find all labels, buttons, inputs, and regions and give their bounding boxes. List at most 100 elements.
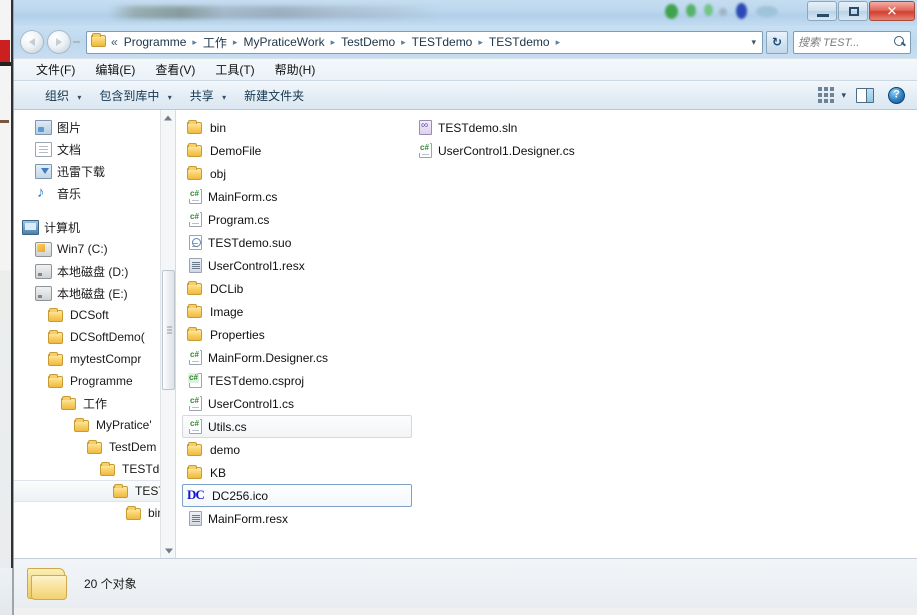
chevron-right-icon-5[interactable]: ▸ [556, 37, 561, 48]
file-list-pane[interactable]: bin DemoFile obj MainForm.cs Program.cs TESTd… [176, 110, 917, 558]
folder-item[interactable]: DCLib [182, 277, 412, 300]
back-button[interactable] [20, 30, 44, 54]
maximize-button[interactable] [838, 1, 868, 21]
include-in-library-button[interactable]: 包含到库中 ▾ [90, 83, 180, 108]
folder-item[interactable]: Properties [182, 323, 412, 346]
breadcrumb-overflow-icon[interactable]: « [111, 35, 118, 49]
sidebar-item-[interactable]: 迅雷下载 [14, 160, 175, 182]
chevron-down-icon-view[interactable]: ▾ [841, 90, 846, 101]
chevron-right-icon-0[interactable]: ▸ [192, 37, 197, 48]
sidebar-item-win7-c[interactable]: Win7 (C:) [14, 238, 175, 260]
breadcrumb-item-3[interactable]: TestDemo [339, 34, 397, 50]
resx-file-icon [189, 511, 202, 526]
new-folder-button[interactable]: 新建文件夹 [235, 83, 313, 108]
file-item[interactable]: UserControl1.resx [182, 254, 412, 277]
minimize-icon [817, 14, 829, 17]
breadcrumb-item-0[interactable]: Programme [122, 34, 189, 50]
sidebar-item-label: 图片 [57, 120, 82, 135]
file-item[interactable]: Program.cs [182, 208, 412, 231]
sidebar-item-d[interactable]: 本地磁盘 (D:) [14, 260, 175, 282]
hdd-icon [35, 285, 52, 301]
folder-icon [74, 417, 91, 433]
file-item[interactable]: MainForm.cs [182, 185, 412, 208]
sidebar-item-mypratice[interactable]: MyPratice' [14, 414, 175, 436]
breadcrumb-item-4[interactable]: TESTdemo [410, 34, 475, 50]
scrollbar-thumb[interactable] [162, 270, 175, 390]
file-item[interactable]: TESTdemo.suo [182, 231, 412, 254]
sidebar-item-testd[interactable]: TESTdе [14, 458, 175, 480]
folder-file-icon [187, 165, 204, 182]
folder-item[interactable]: demo [182, 438, 412, 461]
breadcrumb-item-5[interactable]: TESTdemo [487, 34, 552, 50]
sidebar-item-[interactable]: 计算机 [14, 216, 175, 238]
window-title-text [109, 6, 439, 19]
menu-view[interactable]: 查看(V) [145, 59, 205, 80]
sidebar-item-label: DCSoftDemo( [70, 330, 145, 344]
folder-item[interactable]: obj [182, 162, 412, 185]
sidebar-item-dcsoftdemo[interactable]: DCSoftDemo( [14, 326, 175, 348]
file-item[interactable]: UserControl1.cs [182, 392, 412, 415]
breadcrumb-item-2[interactable]: MyPraticeWork [241, 34, 326, 50]
share-button[interactable]: 共享 ▾ [181, 83, 235, 108]
sidebar-item-programme[interactable]: Programme [14, 370, 175, 392]
close-button[interactable]: ✕ [869, 1, 915, 21]
chevron-right-icon-3[interactable]: ▸ [401, 37, 406, 48]
sidebar-item-dcsoft[interactable]: DCSoft [14, 304, 175, 326]
sidebar-item-mytestcompr[interactable]: mytestCompr [14, 348, 175, 370]
folder-item[interactable]: bin [182, 116, 412, 139]
sidebar-item-bin[interactable]: bin [14, 502, 175, 524]
sidebar-item-label: 音乐 [57, 186, 82, 201]
file-item[interactable]: MainForm.Designer.cs [182, 346, 412, 369]
sidebar-item-[interactable]: 图片 [14, 116, 175, 138]
folder-item[interactable]: DemoFile [182, 139, 412, 162]
view-mode-icon[interactable] [818, 87, 837, 103]
preview-pane-icon[interactable] [856, 87, 874, 103]
file-grid: bin DemoFile obj MainForm.cs Program.cs TESTd… [176, 116, 917, 536]
folder-icon [48, 307, 65, 323]
chevron-right-icon-4[interactable]: ▸ [478, 37, 483, 48]
chevron-down-icon[interactable]: ▾ [751, 37, 760, 48]
ico-file-icon [187, 487, 206, 504]
sidebar-item-e[interactable]: 本地磁盘 (E:) [14, 282, 175, 304]
sidebar-item-test[interactable]: TEST [14, 480, 175, 502]
new-folder-label: 新建文件夹 [244, 88, 305, 103]
organize-button[interactable]: 组织 ▾ [36, 83, 90, 108]
cs-file-icon [189, 189, 202, 204]
sidebar-scrollbar[interactable] [160, 110, 175, 558]
folder-icon [48, 373, 65, 389]
file-item[interactable]: UserControl1.Designer.cs [412, 139, 642, 162]
title-bar[interactable]: ✕ [14, 0, 917, 26]
help-icon[interactable] [888, 86, 905, 104]
breadcrumb-item-1[interactable]: 工作 [201, 33, 229, 52]
menu-file[interactable]: 文件(F) [26, 59, 85, 80]
folder-item[interactable]: KB [182, 461, 412, 484]
file-item[interactable]: Utils.cs [182, 415, 412, 438]
chevron-right-icon-2[interactable]: ▸ [331, 37, 336, 48]
titlebar-artifact-2 [686, 4, 696, 17]
file-name-label: obj [210, 166, 227, 181]
folder-item[interactable]: Image [182, 300, 412, 323]
menu-tools[interactable]: 工具(T) [205, 59, 264, 80]
file-item[interactable]: DC256.ico [182, 484, 412, 507]
search-input[interactable]: 搜索 TEST... [793, 30, 911, 54]
scroll-down-arrow[interactable] [161, 543, 175, 558]
titlebar-artifact-5 [736, 3, 747, 19]
breadcrumb-folder-icon [91, 33, 107, 49]
chevron-right-icon-1[interactable]: ▸ [233, 37, 238, 48]
file-item[interactable]: MainForm.resx [182, 507, 412, 530]
sidebar-item-[interactable]: 音乐 [14, 182, 175, 204]
scroll-up-arrow[interactable] [161, 110, 175, 125]
forward-button[interactable] [47, 30, 71, 54]
sidebar-item-testdem[interactable]: TestDem [14, 436, 175, 458]
sidebar-item-[interactable]: 工作 [14, 392, 175, 414]
file-item[interactable]: TESTdemo.csproj [182, 369, 412, 392]
breadcrumb[interactable]: « Programme ▸ 工作 ▸ MyPraticeWork ▸ TestD… [86, 30, 763, 54]
minimize-button[interactable] [807, 1, 837, 21]
menu-edit[interactable]: 编辑(E) [85, 59, 145, 80]
sidebar-item-[interactable]: 文档 [14, 138, 175, 160]
menu-help[interactable]: 帮助(H) [265, 59, 326, 80]
sidebar-item-label: 迅雷下载 [57, 164, 106, 179]
refresh-button[interactable]: ↻ [766, 30, 788, 54]
file-item[interactable]: TESTdemo.sln [412, 116, 642, 139]
